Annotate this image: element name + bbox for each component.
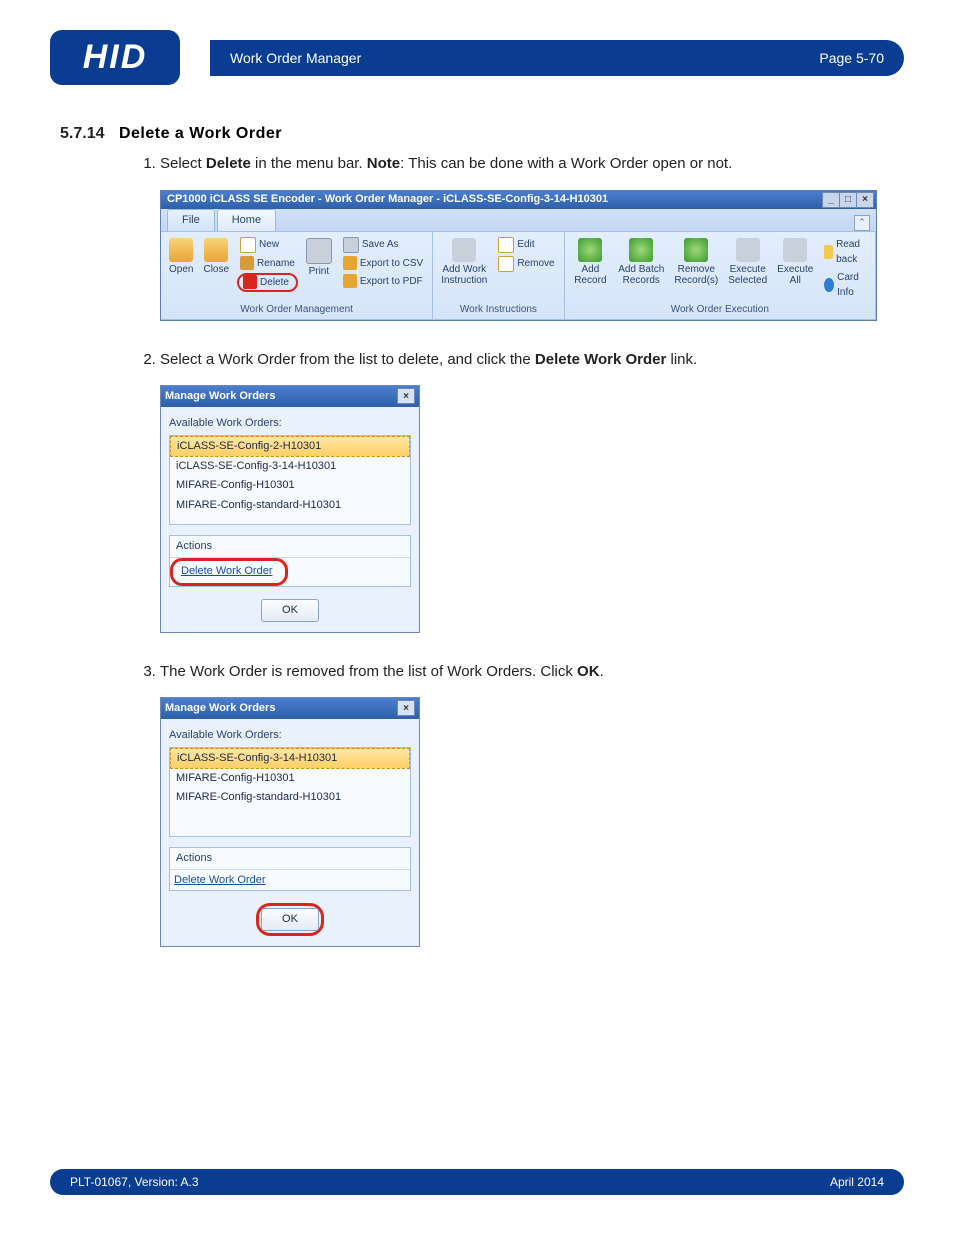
available-label: Available Work Orders: [169,727,411,744]
close-wo-button[interactable]: Close [201,236,231,277]
dialog-close-button[interactable]: × [397,700,415,716]
export-pdf-button[interactable]: Export to PDF [340,273,426,290]
save-as-button[interactable]: Save As [340,236,426,254]
step-2: Select a Work Order from the list to del… [160,349,904,633]
actions-label: Actions [170,848,410,870]
rename-button[interactable]: Rename [237,255,298,272]
section-title: Delete a Work Order [119,125,282,142]
actions-label: Actions [170,536,410,558]
dialog-title: Manage Work Orders [165,388,275,405]
list-item[interactable]: MIFARE-Config-H10301 [170,769,410,789]
minimize-button[interactable]: _ [822,192,840,208]
group-wo-execution: Work Order Execution [571,301,869,318]
footer-date: April 2014 [830,1175,884,1189]
dialog-close-button[interactable]: × [397,388,415,404]
add-batch-records-button[interactable]: Add Batch Records [616,236,666,288]
list-item[interactable]: iCLASS-SE-Config-3-14-H10301 [170,457,410,477]
work-order-list[interactable]: iCLASS-SE-Config-2-H10301 iCLASS-SE-Conf… [169,435,411,525]
collapse-ribbon-icon[interactable]: ⌃ [854,215,870,231]
card-info-button[interactable]: Card Info [821,269,869,301]
delete-work-order-link[interactable]: Delete Work Order [174,872,266,889]
add-record-button[interactable]: Add Record [571,236,611,288]
hid-logo: HID [50,30,180,85]
remove-records-button[interactable]: Remove Record(s) [672,236,720,288]
manage-work-orders-dialog-1: Manage Work Orders × Available Work Orde… [160,385,420,633]
footer-doc-id: PLT-01067, Version: A.3 [70,1175,199,1189]
read-back-button[interactable]: Read back [821,236,869,268]
export-csv-button[interactable]: Export to CSV [340,255,426,272]
close-button[interactable]: × [856,192,874,208]
header-title: Work Order Manager [230,50,361,66]
open-button[interactable]: Open [167,236,195,277]
ok-button[interactable]: OK [261,908,319,931]
ok-button[interactable]: OK [261,599,319,622]
new-button[interactable]: New [237,236,298,254]
manage-work-orders-dialog-2: Manage Work Orders × Available Work Orde… [160,697,420,947]
list-item[interactable]: MIFARE-Config-H10301 [170,476,410,496]
maximize-button[interactable]: □ [839,192,857,208]
list-item[interactable]: MIFARE-Config-standard-H10301 [170,788,410,808]
header-bar: Work Order Manager Page 5-70 [210,40,904,76]
tab-file[interactable]: File [167,209,215,231]
header-page: Page 5-70 [819,50,884,66]
section-number: 5.7.14 [60,125,104,142]
window-title: CP1000 iCLASS SE Encoder - Work Order Ma… [167,191,608,208]
add-work-instruction-button[interactable]: Add Work Instruction [439,236,489,288]
work-order-list[interactable]: iCLASS-SE-Config-3-14-H10301 MIFARE-Conf… [169,747,411,837]
list-item[interactable]: MIFARE-Config-standard-H10301 [170,496,410,516]
ribbon-screenshot: CP1000 iCLASS SE Encoder - Work Order Ma… [160,190,877,321]
footer-bar: PLT-01067, Version: A.3 April 2014 [50,1169,904,1195]
edit-button[interactable]: Edit [495,236,557,254]
available-label: Available Work Orders: [169,415,411,432]
delete-button[interactable]: Delete [237,273,298,292]
print-button[interactable]: Print [304,236,334,279]
step-3: The Work Order is removed from the list … [160,661,904,947]
list-item[interactable]: iCLASS-SE-Config-2-H10301 [170,436,410,457]
delete-work-order-link[interactable]: Delete Work Order [181,563,273,580]
execute-all-button[interactable]: Execute All [775,236,815,288]
dialog-title: Manage Work Orders [165,700,275,717]
list-item[interactable]: iCLASS-SE-Config-3-14-H10301 [170,748,410,769]
tab-home[interactable]: Home [217,209,276,231]
remove-button[interactable]: Remove [495,255,557,273]
execute-selected-button[interactable]: Execute Selected [726,236,769,288]
group-wo-management: Work Order Management [167,301,426,318]
group-work-instructions: Work Instructions [439,301,557,318]
step-1: Select Delete in the menu bar. Note: Thi… [160,153,904,321]
